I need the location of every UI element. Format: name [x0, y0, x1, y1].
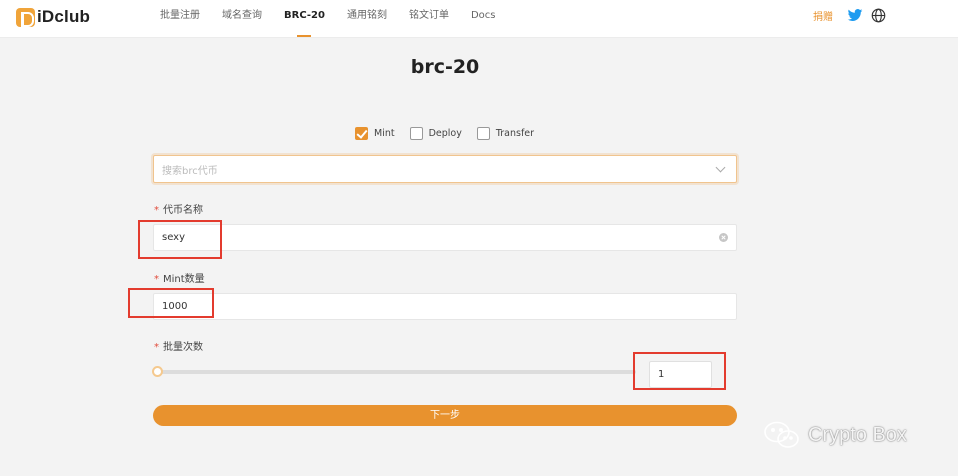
- op-transfer[interactable]: Transfer: [476, 127, 535, 140]
- ticker-label: * 代币名称: [154, 205, 203, 216]
- checkbox-icon[interactable]: [476, 127, 490, 140]
- logo-text: iDclub: [37, 7, 91, 26]
- required-mark: *: [154, 342, 159, 353]
- chevron-down-icon[interactable]: [715, 162, 726, 172]
- required-mark: *: [154, 274, 159, 285]
- nav-brc20[interactable]: BRC-20: [284, 0, 325, 38]
- nav-docs[interactable]: Docs: [471, 0, 496, 38]
- checkbox-icon[interactable]: [409, 127, 423, 140]
- nav-batch-register[interactable]: 批量注册: [160, 0, 200, 38]
- next-button[interactable]: 下一步: [153, 405, 737, 426]
- amount-label: * Mint数量: [154, 274, 205, 285]
- header-actions: 捐赠: [813, 7, 886, 23]
- search-placeholder: 搜索brc代币: [162, 165, 218, 177]
- amount-value: 1000: [162, 301, 188, 312]
- batch-slider-handle[interactable]: [152, 366, 163, 377]
- op-deploy-label: Deploy: [428, 128, 462, 139]
- operation-selector: Mint Deploy Transfer: [355, 127, 549, 140]
- token-search-select[interactable]: 搜索brc代币: [153, 155, 737, 183]
- op-transfer-label: Transfer: [495, 128, 535, 139]
- donate-link[interactable]: 捐赠: [813, 8, 833, 23]
- amount-input[interactable]: 1000: [153, 293, 737, 320]
- op-mint-label: Mint: [374, 128, 395, 139]
- ticker-input[interactable]: sexy: [153, 224, 737, 251]
- main-nav: 批量注册 域名查询 BRC-20 通用铭刻 铭文订单 Docs: [160, 0, 518, 38]
- logo[interactable]: iDclub: [16, 6, 90, 28]
- page-title: brc-20: [410, 56, 480, 78]
- batch-slider-track[interactable]: [158, 370, 636, 374]
- annotation-box: [128, 288, 214, 318]
- checkbox-checked-icon[interactable]: [355, 127, 368, 140]
- op-deploy[interactable]: Deploy: [409, 127, 462, 140]
- logo-icon: [16, 7, 35, 27]
- nav-general-inscribe[interactable]: 通用铭刻: [347, 0, 387, 38]
- watermark-text: Crypto Box: [808, 423, 907, 446]
- globe-icon[interactable]: [871, 8, 886, 23]
- watermark: Crypto Box: [762, 420, 907, 450]
- batch-label: * 批量次数: [154, 342, 203, 353]
- annotation-box: [633, 352, 726, 390]
- required-mark: *: [154, 205, 159, 216]
- clear-icon[interactable]: [719, 233, 728, 242]
- twitter-icon[interactable]: [847, 7, 863, 23]
- wechat-icon: [764, 421, 799, 448]
- op-mint[interactable]: Mint: [355, 127, 395, 140]
- nav-inscription-orders[interactable]: 铭文订单: [409, 0, 449, 38]
- annotation-box: [138, 220, 222, 259]
- nav-domain-search[interactable]: 域名查询: [222, 0, 262, 38]
- ticker-value: sexy: [162, 232, 186, 243]
- top-navbar: iDclub 批量注册 域名查询 BRC-20 通用铭刻 铭文订单 Docs 捐…: [0, 0, 958, 38]
